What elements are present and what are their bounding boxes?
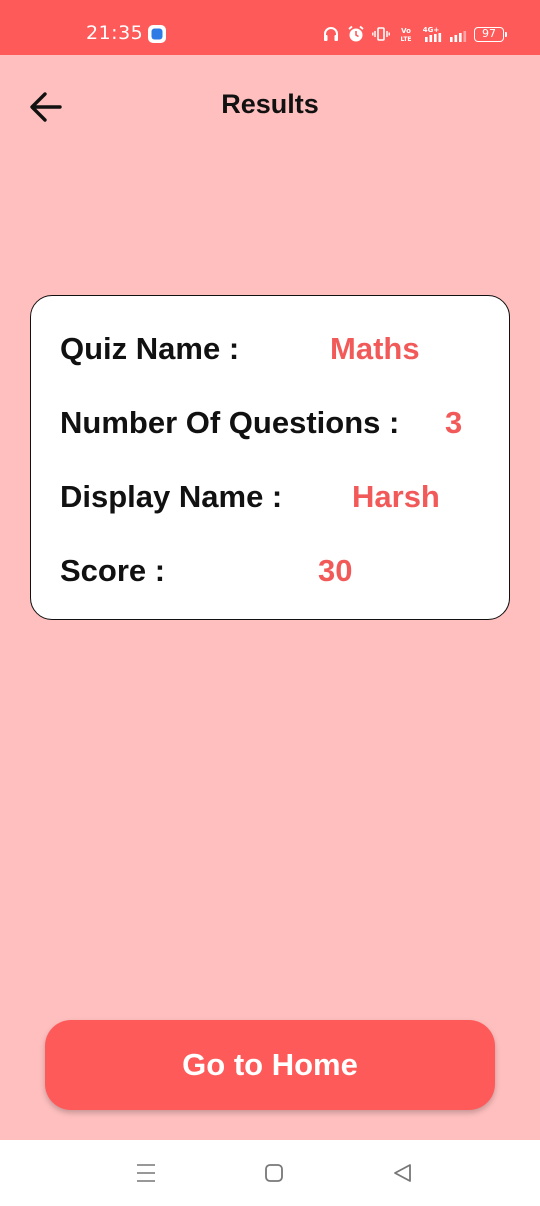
status-time: 21:35 — [86, 22, 144, 44]
headphones-icon — [322, 25, 340, 43]
svg-text:Vo: Vo — [401, 27, 411, 35]
quiz-name-value: Maths — [330, 331, 420, 366]
quiz-name-label: Quiz Name : — [60, 331, 240, 366]
number-of-questions-value: 3 — [445, 405, 463, 440]
back-triangle-icon — [394, 1164, 411, 1182]
home-nav-button[interactable] — [261, 1160, 287, 1186]
menu-icon — [137, 1164, 155, 1182]
menu-button[interactable] — [133, 1160, 159, 1186]
result-row-quiz-name: Quiz Name : Maths — [31, 331, 509, 371]
status-bar: 21:35 Vo LTE 4G+ 97 — [0, 0, 540, 55]
svg-text:LTE: LTE — [400, 36, 411, 43]
page-title: Results — [221, 89, 319, 119]
score-label: Score : — [60, 553, 166, 588]
status-icons: Vo LTE 4G+ 97 — [322, 22, 507, 46]
system-nav-bar — [0, 1140, 540, 1206]
score-value: 30 — [318, 553, 353, 588]
battery-icon: 97 — [474, 26, 507, 42]
svg-text:4G+: 4G+ — [423, 26, 440, 34]
result-row-score: Score : 30 — [31, 553, 509, 593]
back-nav-button[interactable] — [390, 1160, 416, 1186]
vibrate-icon — [372, 25, 390, 43]
result-row-number-of-questions: Number Of Questions : 3 — [31, 405, 509, 445]
signal-icon — [449, 25, 467, 43]
display-name-label: Display Name : — [60, 479, 283, 514]
home-square-icon — [265, 1164, 283, 1182]
result-card: Quiz Name : Maths Number Of Questions : … — [30, 295, 510, 620]
number-of-questions-label: Number Of Questions : — [60, 405, 400, 440]
go-to-home-button[interactable]: Go to Home — [45, 1020, 495, 1110]
volte-icon: Vo LTE — [397, 25, 415, 43]
display-name-value: Harsh — [352, 479, 440, 514]
top-bar: Results — [0, 55, 540, 159]
signal-4g-icon: 4G+ — [422, 25, 442, 43]
result-row-display-name: Display Name : Harsh — [31, 479, 509, 519]
alarm-icon — [347, 25, 365, 43]
app-notification-icon — [148, 25, 166, 43]
